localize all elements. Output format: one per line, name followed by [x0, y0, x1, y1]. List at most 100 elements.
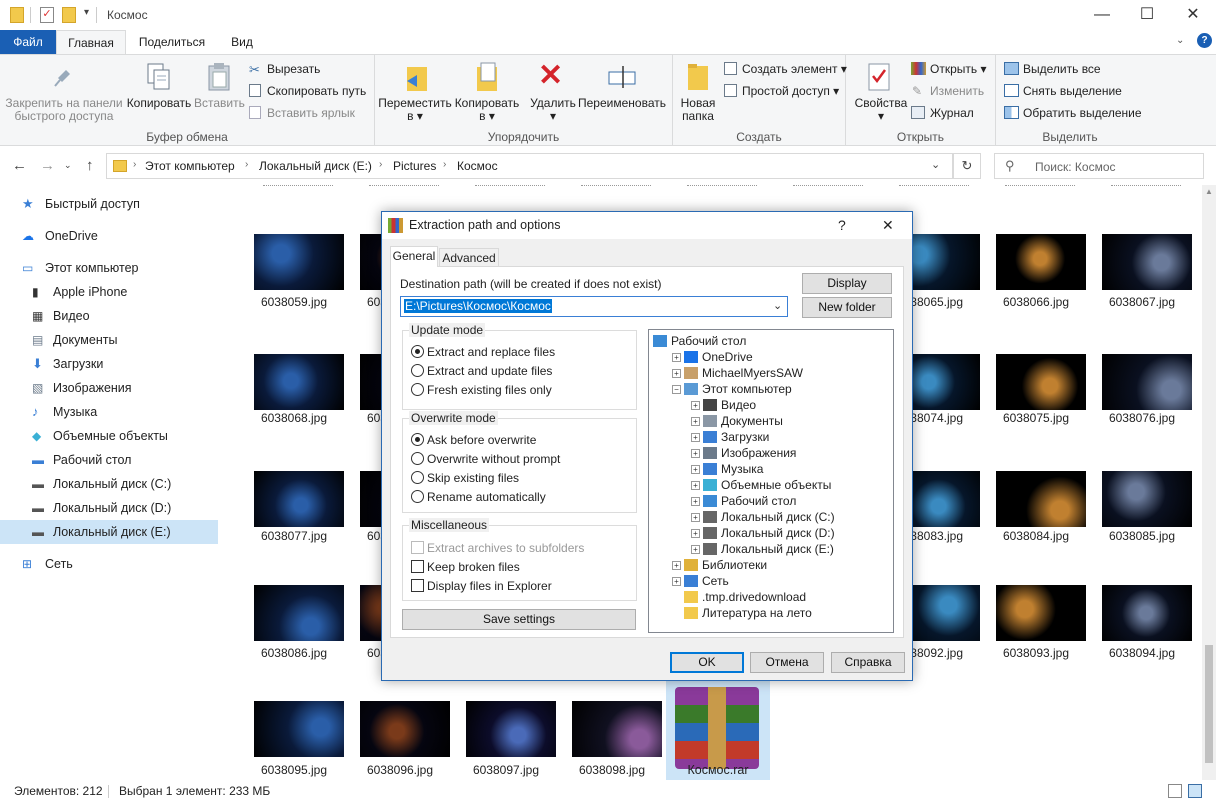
tab-general[interactable]: General [390, 246, 438, 267]
expand-icon[interactable]: + [691, 481, 700, 490]
image-thumbnail[interactable] [254, 701, 344, 757]
file-name[interactable]: 6038096.jpg [345, 763, 455, 777]
file-name[interactable]: Космос.rar [663, 763, 773, 777]
expand-icon[interactable]: + [691, 465, 700, 474]
breadcrumb-computer[interactable]: Этот компьютер [145, 159, 235, 173]
new-folder-button[interactable]: New folder [802, 297, 892, 318]
file-name[interactable]: 6038086.jpg [239, 646, 349, 660]
image-thumbnail[interactable] [996, 234, 1086, 290]
nav-item[interactable]: ★ Быстрый доступ [0, 192, 218, 216]
checkbox-box[interactable] [411, 560, 424, 573]
nav-item[interactable]: ⊞ Сеть [0, 552, 218, 576]
radio-circle[interactable] [411, 364, 424, 377]
tree-node[interactable]: + Локальный диск (E:) [691, 541, 834, 557]
help-button[interactable]: Справка [831, 652, 905, 673]
file-name[interactable]: 6038067.jpg [1087, 295, 1197, 309]
folder-tree[interactable]: Рабочий стол + OneDrive + MichaelMyersSAW − Эт… [648, 329, 894, 633]
expand-icon[interactable]: + [672, 369, 681, 378]
paste-shortcut-button[interactable]: Вставить ярлык [267, 105, 355, 121]
tree-node[interactable]: + Изображения [691, 445, 796, 461]
image-thumbnail[interactable] [254, 234, 344, 290]
tree-node[interactable]: − Этот компьютер [672, 381, 792, 397]
cancel-button[interactable]: Отмена [750, 652, 824, 673]
chevron-right-icon[interactable]: › [443, 159, 446, 170]
ok-button[interactable]: OK [670, 652, 744, 673]
expand-icon[interactable]: + [672, 353, 681, 362]
image-thumbnail[interactable] [1102, 585, 1192, 641]
paste-button[interactable]: Вставить [194, 97, 245, 110]
checkbox-box[interactable] [411, 579, 424, 592]
file-name[interactable]: 6038068.jpg [239, 411, 349, 425]
nav-item[interactable]: ▮ Apple iPhone [0, 280, 218, 304]
select-all-button[interactable]: Выделить все [1023, 61, 1101, 77]
image-thumbnail[interactable] [572, 701, 662, 757]
new-folder-icon[interactable] [62, 7, 76, 23]
expand-icon[interactable]: + [691, 497, 700, 506]
tree-node[interactable]: + Загрузки [691, 429, 769, 445]
checkbox-extract-subfolders[interactable]: Extract archives to subfolders [411, 539, 584, 558]
image-thumbnail[interactable] [254, 585, 344, 641]
tree-node[interactable]: + Рабочий стол [691, 493, 796, 509]
tree-node[interactable]: Рабочий стол [653, 333, 746, 349]
expand-icon[interactable]: + [691, 449, 700, 458]
expand-icon[interactable]: + [691, 529, 700, 538]
tab-share[interactable]: Поделиться [132, 30, 212, 54]
cut-button[interactable]: Вырезать [267, 61, 320, 77]
properties-icon[interactable]: ✓ [40, 7, 54, 23]
image-thumbnail[interactable] [1102, 234, 1192, 290]
history-button[interactable]: Журнал [930, 105, 974, 121]
file-name[interactable]: 6038093.jpg [981, 646, 1091, 660]
breadcrumb-pictures[interactable]: Pictures [393, 159, 436, 173]
image-thumbnail[interactable] [996, 585, 1086, 641]
expand-icon[interactable]: + [672, 577, 681, 586]
tree-node[interactable]: + Видео [691, 397, 756, 413]
radio-extract-update[interactable]: Extract and update files [411, 362, 552, 381]
tree-node[interactable]: + Локальный диск (C:) [691, 509, 835, 525]
collapse-icon[interactable]: − [672, 385, 681, 394]
nav-item[interactable]: ▬ Локальный диск (D:) [0, 496, 218, 520]
radio-circle[interactable] [411, 452, 424, 465]
image-thumbnail[interactable] [1102, 471, 1192, 527]
nav-item[interactable]: ▤ Документы [0, 328, 218, 352]
nav-item[interactable]: ▬ Локальный диск (C:) [0, 472, 218, 496]
file-name[interactable]: 6038098.jpg [557, 763, 667, 777]
expand-icon[interactable]: + [691, 417, 700, 426]
scrollbar[interactable]: ▲ ▼ [1202, 185, 1216, 780]
invert-selection-button[interactable]: Обратить выделение [1023, 105, 1142, 121]
nav-item[interactable]: ⬇ Загрузки [0, 352, 218, 376]
image-thumbnail[interactable] [254, 354, 344, 410]
copy-path-button[interactable]: Скопировать путь [267, 83, 366, 99]
tab-home[interactable]: Главная [56, 30, 126, 54]
tree-node[interactable]: .tmp.drivedownload [672, 589, 806, 605]
radio-skip-existing[interactable]: Skip existing files [411, 469, 519, 488]
minimize-button[interactable]: — [1079, 0, 1125, 30]
open-button[interactable]: Открыть ▾ [930, 61, 986, 77]
new-folder-button[interactable]: Новая папка [676, 97, 720, 123]
forward-arrow-icon[interactable]: → [40, 157, 55, 174]
tab-view[interactable]: Вид [218, 30, 266, 54]
image-thumbnail[interactable] [996, 354, 1086, 410]
address-dropdown-icon[interactable]: ⌄ [931, 158, 940, 171]
close-button[interactable]: ✕ [1170, 0, 1216, 30]
file-name[interactable]: 6038075.jpg [981, 411, 1091, 425]
display-button[interactable]: Display [802, 273, 892, 294]
delete-button[interactable]: Удалить ▾ [526, 97, 580, 123]
radio-circle[interactable] [411, 471, 424, 484]
rename-button[interactable]: Переименовать [578, 97, 666, 110]
details-view-icon[interactable] [1168, 784, 1182, 798]
refresh-button[interactable]: ↻ [953, 153, 981, 179]
pin-quick-access-button[interactable]: Закрепить на панели быстрого доступа [4, 97, 124, 123]
tree-node[interactable]: + Библиотеки [672, 557, 767, 573]
save-settings-button[interactable]: Save settings [402, 609, 636, 630]
tree-node[interactable]: + OneDrive [672, 349, 753, 365]
expand-icon[interactable]: + [691, 401, 700, 410]
copy-button[interactable]: Копировать [124, 97, 194, 110]
expand-icon[interactable]: + [672, 561, 681, 570]
new-item-button[interactable]: Создать элемент ▾ [742, 61, 847, 77]
search-input[interactable]: Поиск: Космос [1035, 160, 1116, 174]
quick-access-dropdown-icon[interactable]: ▾ [84, 7, 89, 18]
up-arrow-icon[interactable]: ↑ [86, 157, 94, 174]
radio-circle[interactable] [411, 490, 424, 503]
scroll-thumb[interactable] [1205, 645, 1213, 763]
large-icons-view-icon[interactable] [1188, 784, 1202, 798]
